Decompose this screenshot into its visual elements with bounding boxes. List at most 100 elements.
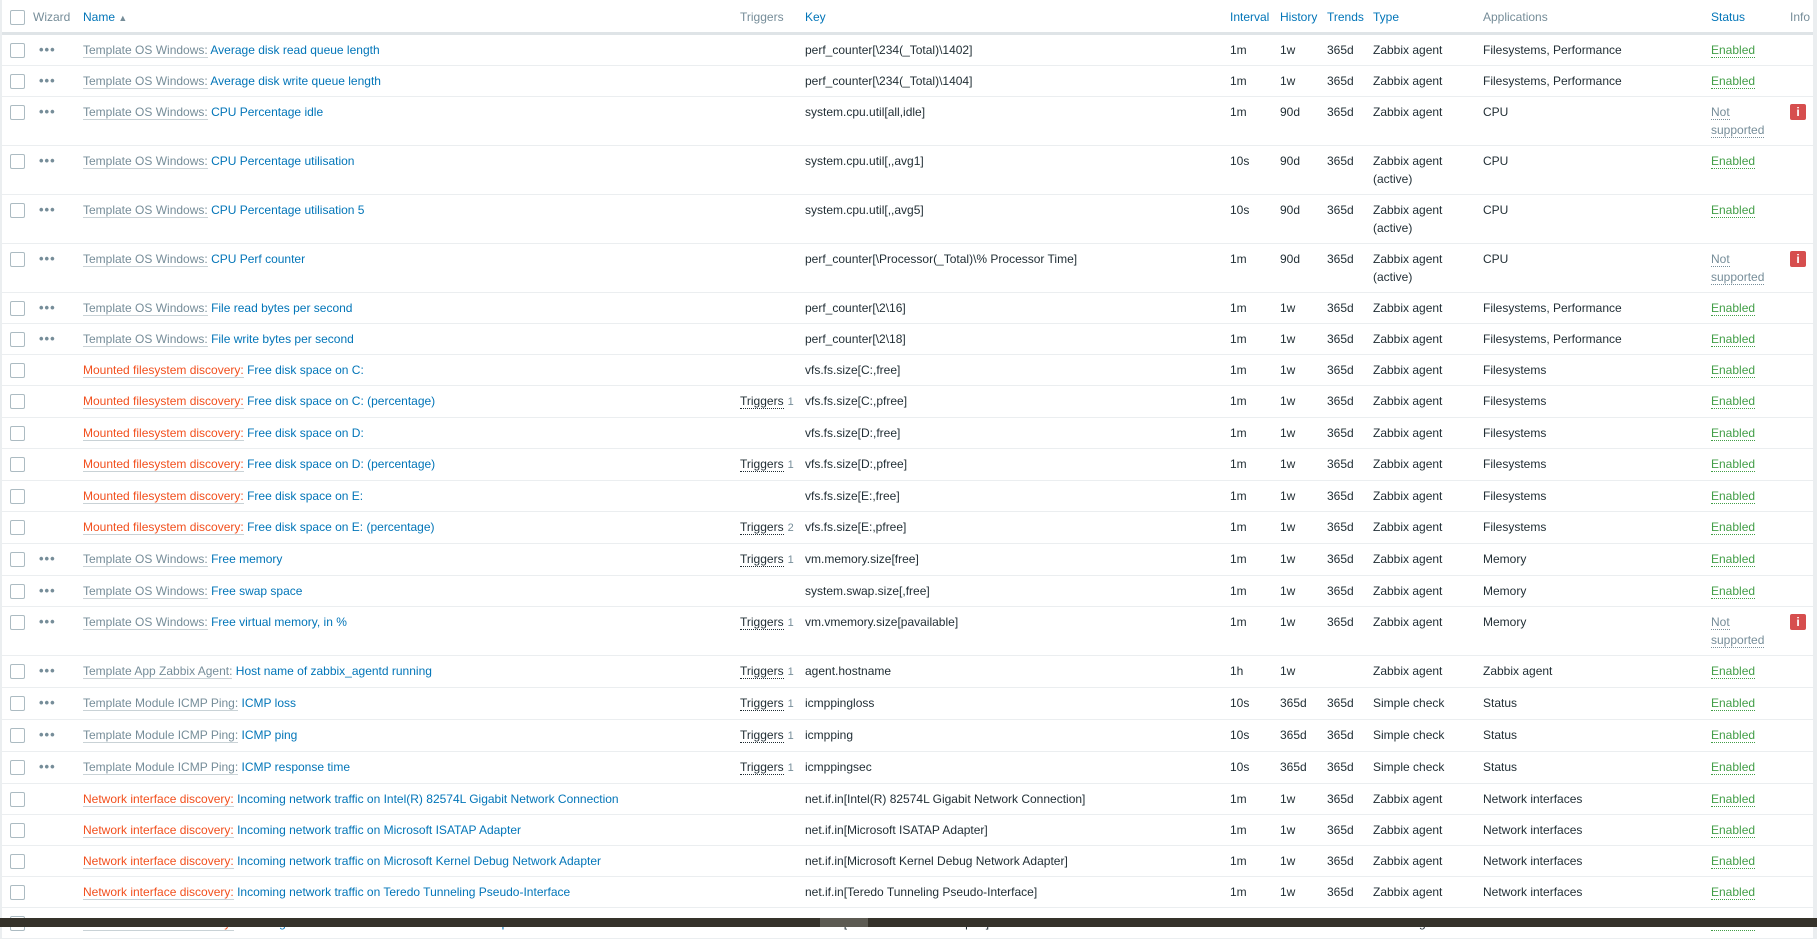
wizard-menu-icon[interactable]: ••• bbox=[33, 153, 56, 168]
item-parent-link[interactable]: Mounted filesystem discovery: bbox=[83, 426, 244, 441]
item-name-link[interactable]: CPU Percentage utilisation bbox=[211, 154, 354, 168]
item-name-link[interactable]: Average disk read queue length bbox=[210, 43, 379, 57]
row-checkbox[interactable] bbox=[10, 584, 25, 599]
triggers-link[interactable]: Triggers bbox=[740, 552, 784, 567]
triggers-link[interactable]: Triggers bbox=[740, 520, 784, 535]
row-checkbox[interactable] bbox=[10, 489, 25, 504]
item-parent-link[interactable]: Mounted filesystem discovery: bbox=[83, 363, 244, 378]
item-parent-link[interactable]: Mounted filesystem discovery: bbox=[83, 394, 244, 409]
item-parent-link[interactable]: Template OS Windows: bbox=[83, 105, 208, 120]
triggers-link[interactable]: Triggers bbox=[740, 760, 784, 775]
col-name-label[interactable]: Name bbox=[83, 10, 115, 24]
status-toggle[interactable]: Enabled bbox=[1711, 426, 1756, 441]
col-status-sort[interactable]: Status bbox=[1708, 0, 1787, 35]
item-parent-link[interactable]: Template OS Windows: bbox=[83, 615, 208, 630]
wizard-menu-icon[interactable]: ••• bbox=[33, 551, 56, 566]
item-parent-link[interactable]: Template OS Windows: bbox=[83, 252, 208, 267]
item-name-link[interactable]: Free memory bbox=[211, 552, 282, 566]
status-toggle[interactable]: Not supported bbox=[1711, 615, 1765, 648]
item-parent-link[interactable]: Mounted filesystem discovery: bbox=[83, 457, 244, 472]
status-toggle[interactable]: Enabled bbox=[1711, 584, 1756, 599]
row-checkbox[interactable] bbox=[10, 426, 25, 441]
item-parent-link[interactable]: Mounted filesystem discovery: bbox=[83, 520, 244, 535]
item-name-link[interactable]: Free disk space on E: bbox=[247, 489, 363, 503]
status-toggle[interactable]: Enabled bbox=[1711, 301, 1756, 316]
row-checkbox[interactable] bbox=[10, 792, 25, 807]
col-trends-sort[interactable]: Trends bbox=[1324, 0, 1370, 35]
wizard-menu-icon[interactable]: ••• bbox=[33, 104, 56, 119]
row-checkbox[interactable] bbox=[10, 457, 25, 472]
item-parent-link[interactable]: Template OS Windows: bbox=[83, 332, 208, 347]
wizard-menu-icon[interactable]: ••• bbox=[33, 583, 56, 598]
row-checkbox[interactable] bbox=[10, 760, 25, 775]
item-parent-link[interactable]: Template OS Windows: bbox=[83, 203, 208, 218]
row-checkbox[interactable] bbox=[10, 252, 25, 267]
item-name-link[interactable]: Incoming network traffic on Microsoft IS… bbox=[237, 823, 521, 837]
row-checkbox[interactable] bbox=[10, 74, 25, 89]
status-toggle[interactable]: Enabled bbox=[1711, 760, 1756, 775]
item-parent-link[interactable]: Network interface discovery: bbox=[83, 885, 234, 900]
item-name-link[interactable]: CPU Percentage idle bbox=[211, 105, 323, 119]
item-parent-link[interactable]: Template OS Windows: bbox=[83, 74, 208, 89]
item-name-link[interactable]: CPU Percentage utilisation 5 bbox=[211, 203, 364, 217]
item-parent-link[interactable]: Template OS Windows: bbox=[83, 154, 208, 169]
row-checkbox[interactable] bbox=[10, 520, 25, 535]
col-history-sort[interactable]: History bbox=[1277, 0, 1324, 35]
triggers-link[interactable]: Triggers bbox=[740, 664, 784, 679]
status-toggle[interactable]: Enabled bbox=[1711, 664, 1756, 679]
row-checkbox[interactable] bbox=[10, 105, 25, 120]
triggers-link[interactable]: Triggers bbox=[740, 728, 784, 743]
row-checkbox[interactable] bbox=[10, 43, 25, 58]
item-name-link[interactable]: Host name of zabbix_agentd running bbox=[236, 664, 432, 678]
wizard-menu-icon[interactable]: ••• bbox=[33, 727, 56, 742]
wizard-menu-icon[interactable]: ••• bbox=[33, 614, 56, 629]
status-toggle[interactable]: Enabled bbox=[1711, 74, 1756, 89]
item-name-link[interactable]: Free virtual memory, in % bbox=[211, 615, 347, 629]
status-toggle[interactable]: Enabled bbox=[1711, 520, 1756, 535]
row-checkbox[interactable] bbox=[10, 854, 25, 869]
status-toggle[interactable]: Enabled bbox=[1711, 854, 1756, 869]
item-name-link[interactable]: Incoming network traffic on Microsoft Ke… bbox=[237, 854, 601, 868]
item-parent-link[interactable]: Template OS Windows: bbox=[83, 552, 208, 567]
item-parent-link[interactable]: Template Module ICMP Ping: bbox=[83, 728, 239, 743]
error-info-icon[interactable]: i bbox=[1790, 614, 1806, 630]
row-checkbox[interactable] bbox=[10, 696, 25, 711]
item-parent-link[interactable]: Template OS Windows: bbox=[83, 584, 208, 599]
col-name-sort[interactable]: Name ▲ bbox=[80, 0, 737, 35]
wizard-menu-icon[interactable]: ••• bbox=[33, 42, 56, 57]
status-toggle[interactable]: Enabled bbox=[1711, 457, 1756, 472]
triggers-link[interactable]: Triggers bbox=[740, 696, 784, 711]
item-name-link[interactable]: Free disk space on C: (percentage) bbox=[247, 394, 435, 408]
row-checkbox[interactable] bbox=[10, 823, 25, 838]
triggers-link[interactable]: Triggers bbox=[740, 615, 784, 630]
item-name-link[interactable]: Incoming network traffic on Teredo Tunne… bbox=[237, 885, 570, 899]
item-parent-link[interactable]: Network interface discovery: bbox=[83, 823, 234, 838]
error-info-icon[interactable]: i bbox=[1790, 104, 1806, 120]
item-name-link[interactable]: ICMP loss bbox=[242, 696, 296, 710]
item-parent-link[interactable]: Template Module ICMP Ping: bbox=[83, 696, 239, 711]
wizard-menu-icon[interactable]: ••• bbox=[33, 331, 56, 346]
status-toggle[interactable]: Enabled bbox=[1711, 332, 1756, 347]
item-parent-link[interactable]: Template Module ICMP Ping: bbox=[83, 760, 239, 775]
row-checkbox[interactable] bbox=[10, 615, 25, 630]
row-checkbox[interactable] bbox=[10, 552, 25, 567]
item-parent-link[interactable]: Template OS Windows: bbox=[83, 43, 208, 58]
wizard-menu-icon[interactable]: ••• bbox=[33, 251, 56, 266]
wizard-menu-icon[interactable]: ••• bbox=[33, 663, 56, 678]
status-toggle[interactable]: Enabled bbox=[1711, 728, 1756, 743]
item-name-link[interactable]: File read bytes per second bbox=[211, 301, 352, 315]
item-name-link[interactable]: Free swap space bbox=[211, 584, 302, 598]
item-name-link[interactable]: Free disk space on C: bbox=[247, 363, 364, 377]
scrollbar-thumb[interactable] bbox=[820, 918, 868, 927]
row-checkbox[interactable] bbox=[10, 154, 25, 169]
wizard-menu-icon[interactable]: ••• bbox=[33, 202, 56, 217]
status-toggle[interactable]: Not supported bbox=[1711, 105, 1765, 138]
status-toggle[interactable]: Enabled bbox=[1711, 203, 1756, 218]
row-checkbox[interactable] bbox=[10, 203, 25, 218]
row-checkbox[interactable] bbox=[10, 301, 25, 316]
status-toggle[interactable]: Enabled bbox=[1711, 696, 1756, 711]
item-parent-link[interactable]: Template App Zabbix Agent: bbox=[83, 664, 233, 679]
select-all-checkbox[interactable] bbox=[10, 10, 25, 25]
item-parent-link[interactable]: Network interface discovery: bbox=[83, 792, 234, 807]
status-toggle[interactable]: Enabled bbox=[1711, 823, 1756, 838]
